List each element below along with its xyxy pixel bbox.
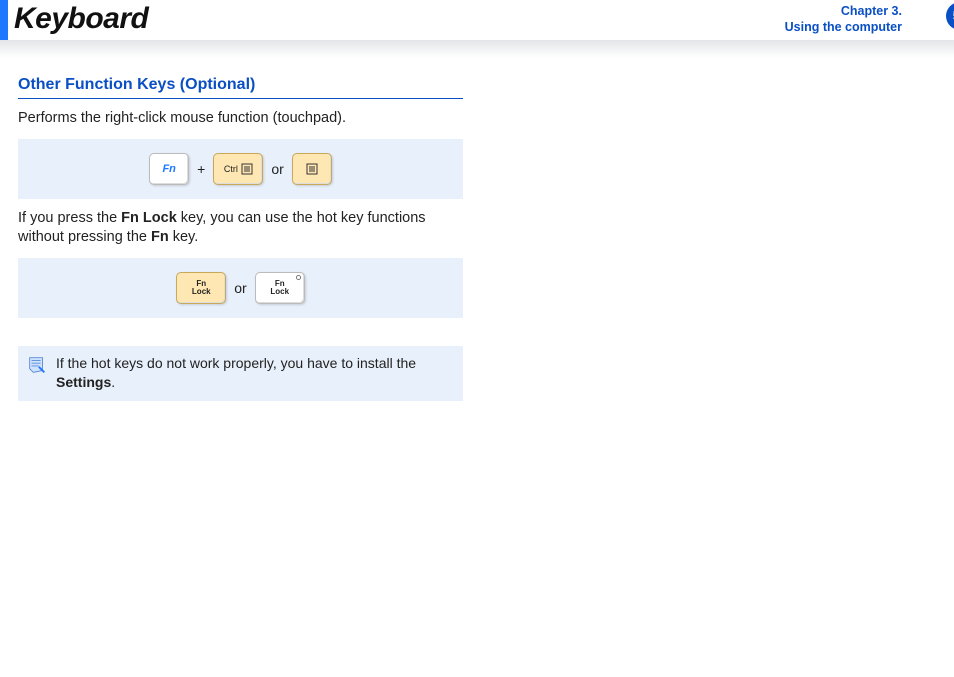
chapter-line2: Using the computer: [785, 20, 902, 34]
note-p2: .: [111, 374, 115, 390]
fnlock-p3: key.: [169, 229, 199, 245]
section-heading: Other Function Keys (Optional): [18, 76, 463, 99]
chapter-info: Chapter 3. Using the computer 52: [785, 4, 940, 35]
fnlock-p1: If you press the: [18, 210, 121, 226]
key-combo-panel-1: Fn + Ctrl or: [18, 139, 463, 199]
note-text: If the hot keys do not work properly, yo…: [56, 354, 455, 392]
key-fn: Fn: [149, 153, 189, 185]
fnlock-line2: Lock: [192, 288, 211, 296]
header-accent-bar: [0, 0, 8, 40]
key-ctrl-label: Ctrl: [224, 164, 238, 174]
context-menu-icon: [241, 163, 253, 175]
fnlock-text: If you press the Fn Lock key, you can us…: [18, 209, 463, 248]
chapter-line1: Chapter 3.: [841, 4, 902, 18]
note-icon: [26, 354, 48, 392]
fnlock-b2: Fn: [151, 229, 169, 245]
intro-text: Performs the right-click mouse function …: [18, 109, 463, 129]
content-column: Other Function Keys (Optional) Performs …: [18, 76, 463, 401]
plus-symbol: +: [197, 161, 205, 177]
key-ctrl-menu: Ctrl: [213, 153, 263, 185]
page-number-badge: 52: [946, 2, 954, 30]
page-title: Keyboard: [14, 2, 148, 36]
key-fn-label: Fn: [162, 163, 175, 175]
key-fnlock-b: Fn Lock: [255, 272, 305, 304]
context-menu-icon: [306, 163, 318, 175]
fnlock-line2: Lock: [270, 288, 289, 296]
page-header: Keyboard Chapter 3. Using the computer 5…: [0, 0, 954, 40]
or-text-1: or: [271, 161, 283, 177]
key-menu: [292, 153, 332, 185]
key-fnlock-a: Fn Lock: [176, 272, 226, 304]
key-combo-panel-2: Fn Lock or Fn Lock: [18, 258, 463, 318]
note-box: If the hot keys do not work properly, yo…: [18, 346, 463, 402]
note-p1: If the hot keys do not work properly, yo…: [56, 355, 416, 371]
header-shadow: [0, 40, 954, 58]
or-text-2: or: [234, 280, 246, 296]
fnlock-b1: Fn Lock: [121, 210, 177, 226]
note-b1: Settings: [56, 374, 111, 390]
led-indicator-icon: [296, 275, 301, 280]
